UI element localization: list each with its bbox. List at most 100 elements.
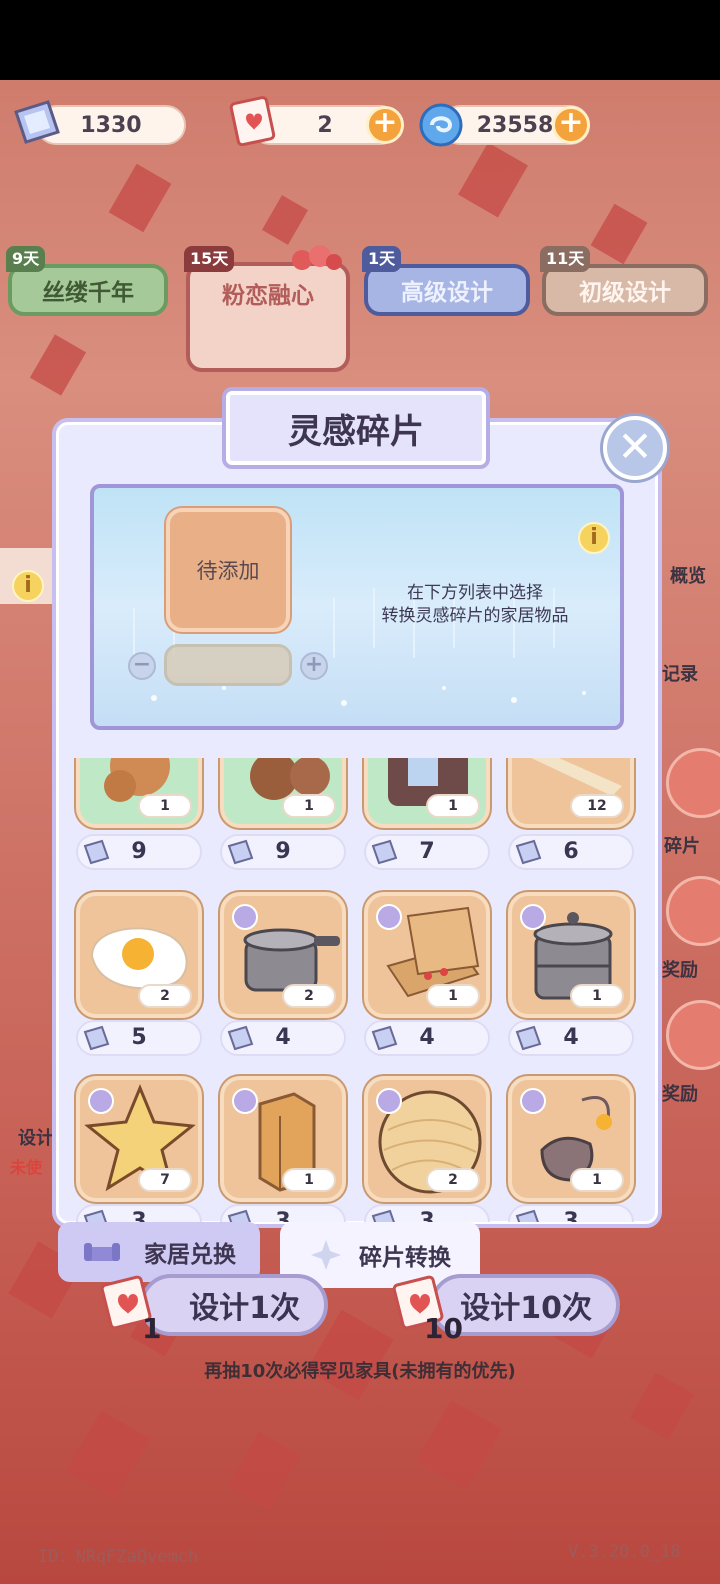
cost-value: 7	[419, 839, 435, 864]
add-gems-button[interactable]: +	[552, 106, 590, 144]
left-info-button[interactable]: i	[12, 570, 44, 602]
new-item-icon	[376, 904, 402, 930]
owned-count: 1	[570, 984, 624, 1008]
cost-pill: 4	[508, 1020, 634, 1056]
tab-pink-love-days: 15天	[184, 246, 235, 272]
rose-decoration-icon	[292, 245, 342, 270]
fragment-icon	[515, 839, 542, 865]
pity-notice: 再抽10次必得罕见家具(未拥有的优先)	[204, 1361, 516, 1382]
cost-pill: 3	[76, 1204, 202, 1222]
tab-fragment-convert-label: 碎片转换	[359, 1245, 451, 1271]
hint-line-1: 在下方列表中选择	[407, 583, 543, 603]
cost-value: 9	[275, 839, 291, 864]
cost-pill: 3	[508, 1204, 634, 1222]
bear-plush-icon	[104, 758, 170, 802]
reward-label-1: 奖励	[662, 960, 698, 981]
left-unused-label: 未使	[10, 1158, 43, 1177]
cost-pill: 3	[220, 1204, 346, 1222]
fragment-icon	[83, 1025, 110, 1051]
cost-pill: 4	[364, 1020, 490, 1056]
cost-pill: 6	[508, 834, 634, 870]
new-item-icon	[520, 904, 546, 930]
owned-count: 1	[138, 794, 192, 818]
info-icon[interactable]: i	[578, 522, 610, 554]
tab-pink-love[interactable]: 粉恋融心	[186, 262, 350, 372]
new-item-icon	[376, 1088, 402, 1114]
new-item-icon	[520, 1088, 546, 1114]
fragment-icon	[371, 839, 398, 865]
tab-advanced-design-days: 1天	[362, 246, 402, 272]
cost-value: 3	[275, 1209, 291, 1222]
fragment-icon	[83, 839, 110, 865]
fragment-icon	[227, 1025, 254, 1051]
item-grid: 1 9 1 9 1 7 12 6 2 5 2 4 1 4 1 4 7 3 1 3…	[58, 758, 656, 1222]
pending-slot-label: 待添加	[196, 559, 260, 583]
new-item-icon	[232, 904, 258, 930]
tab-advanced-design-label: 高级设计	[401, 280, 493, 306]
design-once-button[interactable]: 设计1次	[140, 1274, 328, 1336]
owned-count: 2	[138, 984, 192, 1008]
left-design-label: 设计	[18, 1128, 54, 1149]
fragment-icon	[227, 839, 254, 865]
fragment-icon	[515, 1209, 539, 1222]
new-item-icon	[88, 1088, 114, 1114]
sparkle-icon	[311, 1240, 341, 1270]
cost-pill: 9	[76, 834, 202, 870]
pending-item-slot[interactable]: 待添加	[166, 508, 290, 632]
fragment-icon	[371, 1025, 398, 1051]
cost-pill: 5	[76, 1020, 202, 1056]
overview-label[interactable]: 概览	[670, 562, 706, 588]
design-ten-label: 设计10次	[460, 1291, 592, 1326]
design-ten-count: 10	[424, 1312, 463, 1345]
add-tickets-button[interactable]: +	[366, 106, 404, 144]
records-label[interactable]: 记录	[662, 660, 698, 686]
increase-quantity-button[interactable]: +	[300, 652, 328, 680]
owned-count: 2	[426, 1168, 480, 1192]
reward-label-2: 奖励	[662, 1084, 698, 1105]
cost-value: 4	[275, 1025, 291, 1050]
cost-value: 3	[563, 1209, 579, 1222]
fragments-label: 碎片	[664, 836, 700, 857]
player-id: ID：NRqFZaQvemch	[38, 1547, 199, 1567]
cost-value: 6	[563, 839, 579, 864]
fragment-count: 1330	[80, 112, 142, 138]
tab-silk-label: 丝缕千年	[42, 280, 134, 306]
modal-title: 灵感碎片	[222, 387, 490, 469]
cost-value: 3	[131, 1209, 147, 1222]
hint-line-2: 转换灵感碎片的家居物品	[381, 606, 569, 626]
cost-pill: 4	[220, 1020, 346, 1056]
close-icon[interactable]: ✕	[603, 416, 667, 480]
cost-value: 5	[131, 1025, 147, 1050]
selection-hint: 在下方列表中选择 转换灵感碎片的家居物品	[340, 582, 610, 628]
fragment-icon	[371, 1209, 395, 1222]
cost-pill: 3	[364, 1204, 490, 1222]
cost-value: 4	[419, 1025, 435, 1050]
owned-count: 1	[426, 794, 480, 818]
owned-count: 1	[570, 1168, 624, 1192]
tab-basic-design-days: 11天	[540, 246, 591, 272]
owned-count: 2	[282, 984, 336, 1008]
new-item-icon	[232, 1088, 258, 1114]
gem-count: 23558	[476, 112, 554, 138]
heart-ticket-icon	[229, 96, 276, 146]
fragment-icon	[227, 1209, 251, 1222]
decrease-quantity-button[interactable]: −	[128, 652, 156, 680]
status-bar	[0, 0, 720, 80]
fragment-icon	[515, 1025, 542, 1051]
owned-count: 12	[570, 794, 624, 818]
cost-pill: 7	[364, 834, 490, 870]
teddy-bear-icon	[250, 758, 330, 800]
tab-pink-love-label: 粉恋融心	[222, 283, 314, 309]
cost-pill: 9	[220, 834, 346, 870]
quantity-field[interactable]	[164, 644, 292, 686]
ticket-count: 2	[317, 112, 333, 138]
fragment-icon	[14, 100, 60, 144]
design-once-count: 1	[142, 1312, 162, 1345]
cost-value: 3	[419, 1209, 435, 1222]
owned-count: 7	[138, 1168, 192, 1192]
tab-silk-days: 9天	[6, 246, 46, 272]
tab-furniture-exchange-label: 家居兑换	[144, 1242, 236, 1268]
tab-furniture-exchange[interactable]: 家居兑换	[58, 1222, 260, 1282]
wood-plank-icon	[531, 758, 622, 796]
design-once-label: 设计1次	[189, 1291, 300, 1326]
